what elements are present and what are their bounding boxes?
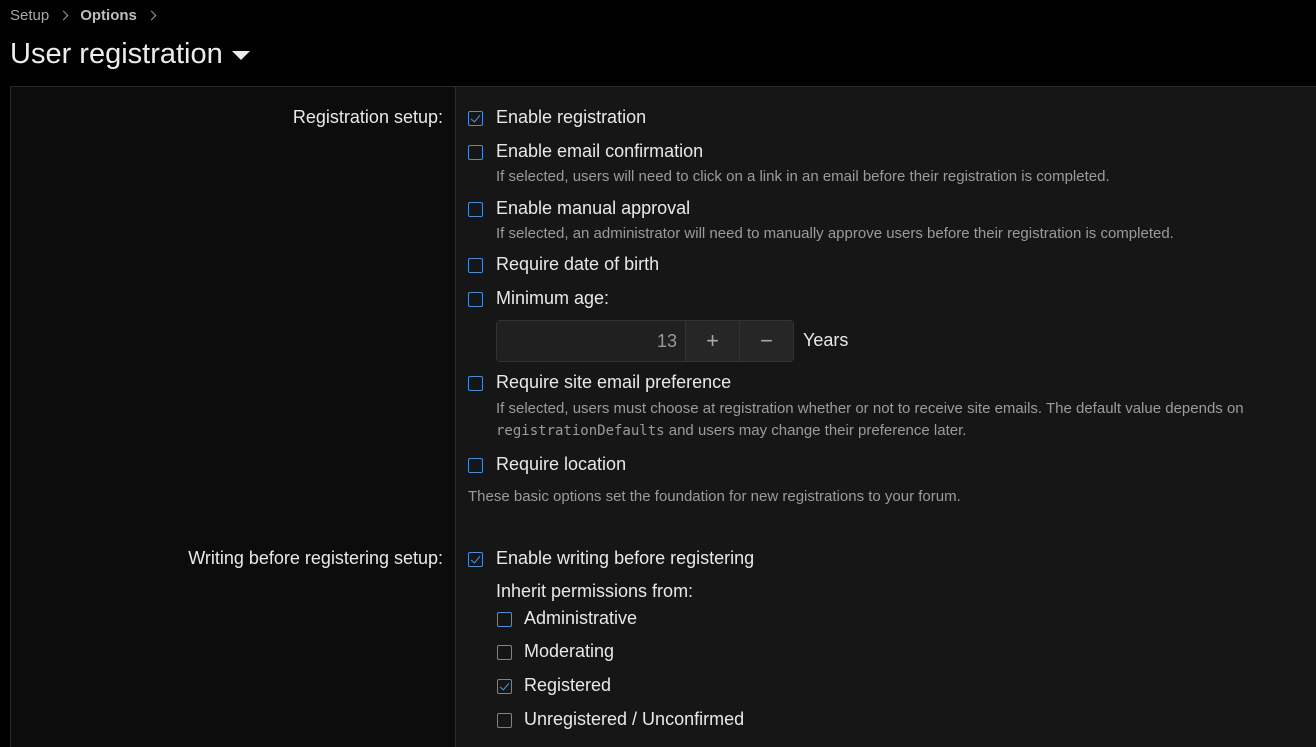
- site-email-preference-hint-cont: registrationDefaults and users may chang…: [496, 422, 966, 439]
- require-site-email-preference-label[interactable]: Require site email preference: [496, 372, 731, 393]
- group-unregistered-label[interactable]: Unregistered / Unconfirmed: [524, 709, 744, 730]
- enable-manual-approval-label[interactable]: Enable manual approval: [496, 198, 690, 219]
- group-moderating-checkbox[interactable]: [497, 645, 512, 660]
- enable-writing-before-registering-label[interactable]: Enable writing before registering: [496, 548, 754, 569]
- site-email-preference-hint: If selected, users must choose at regist…: [496, 400, 1244, 417]
- page-title: User registration: [10, 37, 223, 70]
- breadcrumb-setup[interactable]: Setup: [10, 7, 49, 24]
- group-unregistered-checkbox[interactable]: [497, 713, 512, 728]
- group-administrative-checkbox[interactable]: [497, 612, 512, 627]
- require-location-checkbox[interactable]: [468, 458, 483, 473]
- site-email-preference-hint-rest: and users may change their preference la…: [668, 422, 967, 439]
- minimum-age-label[interactable]: Minimum age:: [496, 288, 609, 309]
- enable-email-confirmation-label[interactable]: Enable email confirmation: [496, 141, 703, 162]
- group-registered-checkbox[interactable]: [497, 679, 512, 694]
- email-confirmation-hint: If selected, users will need to click on…: [496, 168, 1110, 185]
- decrement-button[interactable]: −: [739, 321, 793, 361]
- minimum-age-checkbox[interactable]: [468, 292, 483, 307]
- require-site-email-preference-checkbox[interactable]: [468, 376, 483, 391]
- enable-email-confirmation-checkbox[interactable]: [468, 145, 483, 160]
- group-moderating-label[interactable]: Moderating: [524, 641, 614, 662]
- require-location-label[interactable]: Require location: [496, 454, 626, 475]
- manual-approval-hint: If selected, an administrator will need …: [496, 225, 1174, 242]
- breadcrumb: Setup Options: [10, 5, 168, 25]
- minimum-age-stepper: + −: [496, 320, 794, 362]
- enable-writing-before-registering-checkbox[interactable]: [468, 552, 483, 567]
- registration-defaults-code: registrationDefaults: [496, 423, 665, 439]
- group-administrative-label[interactable]: Administrative: [524, 608, 637, 629]
- require-date-of-birth-label[interactable]: Require date of birth: [496, 254, 659, 275]
- require-date-of-birth-checkbox[interactable]: [468, 258, 483, 273]
- registration-setup-label: Registration setup:: [292, 107, 443, 127]
- writing-setup-label: Writing before registering setup:: [188, 548, 443, 568]
- minus-icon: −: [760, 328, 773, 353]
- enable-manual-approval-checkbox[interactable]: [468, 202, 483, 217]
- caret-down-icon: [231, 51, 250, 60]
- enable-registration-label[interactable]: Enable registration: [496, 107, 646, 128]
- registration-setup-footer-hint: These basic options set the foundation f…: [468, 488, 961, 505]
- breadcrumb-options[interactable]: Options: [80, 7, 137, 24]
- group-registered-label[interactable]: Registered: [524, 675, 611, 696]
- enable-registration-checkbox[interactable]: [468, 111, 483, 126]
- plus-icon: +: [706, 328, 719, 353]
- page-title-dropdown[interactable]: User registration: [10, 34, 250, 74]
- chevron-right-icon: [58, 10, 69, 20]
- chevron-right-icon: [146, 10, 157, 20]
- increment-button[interactable]: +: [685, 321, 739, 361]
- minimum-age-unit: Years: [803, 330, 849, 350]
- minimum-age-input[interactable]: [497, 321, 685, 361]
- inherit-permissions-label: Inherit permissions from:: [496, 581, 694, 601]
